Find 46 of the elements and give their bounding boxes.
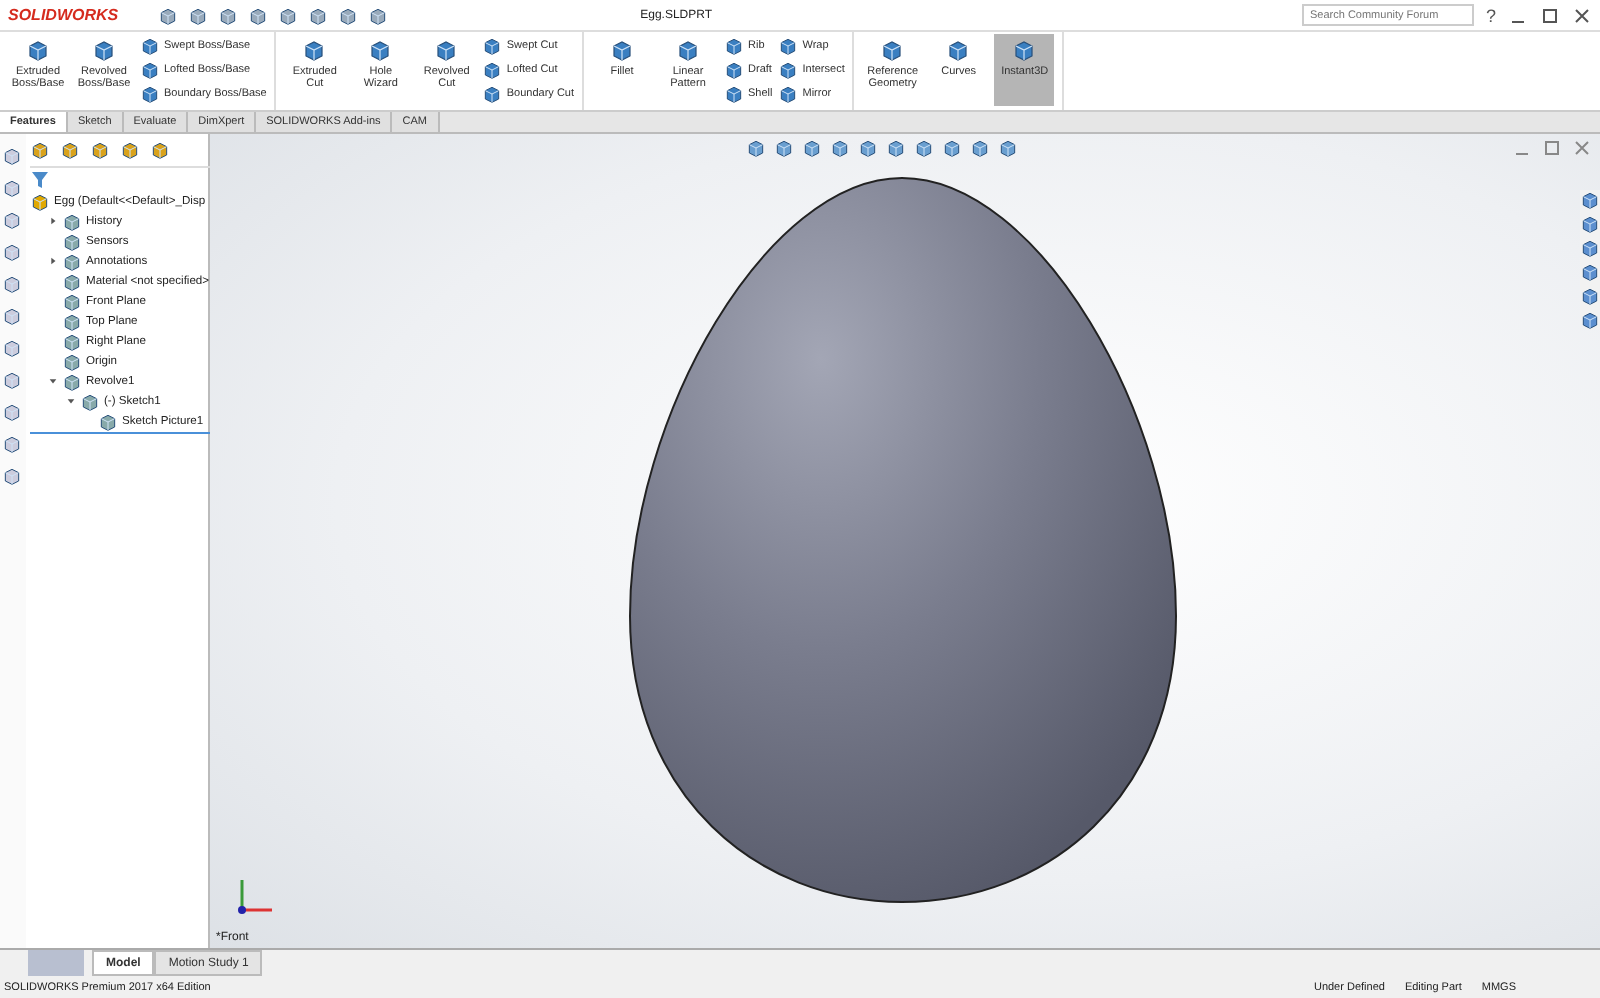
feature-icon bbox=[610, 38, 635, 62]
tree-item-icon bbox=[62, 311, 82, 331]
tree-item-icon bbox=[62, 231, 82, 251]
feature-icon bbox=[946, 38, 971, 62]
tree-item-icon bbox=[62, 251, 82, 271]
expand-arrow-icon[interactable] bbox=[48, 256, 58, 266]
feature-icon bbox=[880, 38, 905, 62]
feature-icon bbox=[434, 38, 459, 62]
tree-item-icon bbox=[80, 391, 100, 411]
feature-icon bbox=[778, 36, 799, 56]
tree-item-icon bbox=[62, 291, 82, 311]
feature-icon bbox=[140, 60, 160, 80]
tree-item-icon bbox=[62, 271, 82, 291]
axis-triad-icon bbox=[234, 874, 278, 918]
tree-item-icon bbox=[62, 351, 82, 371]
app-logo: SOLIDWORKS bbox=[8, 6, 119, 24]
tree-item-icon bbox=[62, 331, 82, 351]
close-icon[interactable] bbox=[1572, 5, 1592, 25]
feature-icon bbox=[724, 36, 745, 56]
feature-icon bbox=[140, 36, 160, 56]
feature-icon bbox=[724, 60, 745, 80]
collapse-arrow-icon[interactable] bbox=[48, 376, 58, 386]
feature-icon bbox=[1012, 38, 1037, 62]
feature-icon bbox=[482, 84, 503, 104]
feature-icon bbox=[140, 84, 160, 104]
feature-icon bbox=[676, 38, 701, 62]
feature-icon bbox=[778, 60, 799, 80]
tree-item-icon bbox=[98, 411, 118, 431]
tree-item-icon bbox=[62, 211, 82, 231]
filter-icon[interactable] bbox=[30, 170, 50, 190]
feature-icon bbox=[302, 38, 327, 62]
viewport-restore-icon[interactable] bbox=[1542, 138, 1562, 158]
feature-icon bbox=[92, 38, 116, 62]
collapse-arrow-icon[interactable] bbox=[66, 396, 76, 406]
feature-icon bbox=[724, 84, 745, 104]
feature-icon bbox=[368, 38, 393, 62]
viewport-close-icon[interactable] bbox=[1572, 138, 1592, 158]
expand-arrow-icon[interactable] bbox=[48, 216, 58, 226]
feature-icon bbox=[778, 84, 799, 104]
tree-item-icon bbox=[62, 371, 82, 391]
feature-icon bbox=[26, 38, 50, 62]
maximize-icon[interactable] bbox=[1540, 5, 1560, 25]
feature-icon bbox=[482, 36, 503, 56]
feature-icon bbox=[482, 60, 503, 80]
part-icon bbox=[30, 191, 50, 211]
help-button[interactable]: ? bbox=[1485, 5, 1496, 25]
